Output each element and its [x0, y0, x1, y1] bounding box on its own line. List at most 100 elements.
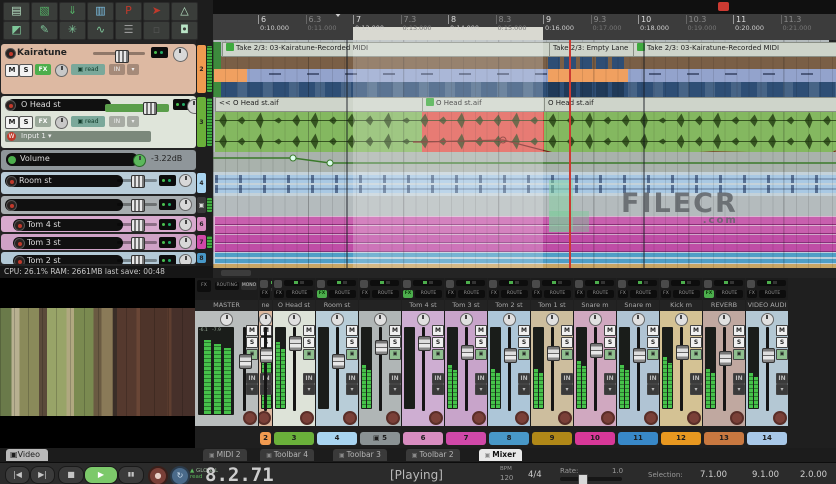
- strip-fx-button[interactable]: FX: [260, 290, 270, 298]
- tcp-track-Tom 3 st[interactable]: Tom 3 st: [1, 234, 196, 250]
- track-tab-8[interactable]: 8: [197, 253, 206, 263]
- env-button[interactable]: ▣: [475, 349, 487, 360]
- input-arrow[interactable]: ▾: [346, 384, 358, 395]
- volume-fader[interactable]: [718, 327, 732, 411]
- mixer-strip-ne[interactable]: FXROUTEneMS▣IN▾2: [259, 278, 272, 448]
- record-arm[interactable]: [5, 48, 16, 59]
- arrange-view[interactable]: Take 2/3: 03-Kairatune-Recorded MIDI Tak…: [213, 40, 836, 268]
- audio-item-3-header[interactable]: O Head st.aif: [544, 97, 836, 112]
- fx-button[interactable]: FX: [35, 64, 51, 75]
- routing-button[interactable]: [159, 199, 176, 210]
- solo-button[interactable]: S: [561, 337, 573, 348]
- input-button[interactable]: IN: [518, 373, 530, 384]
- docker-tab-toolbar-4[interactable]: ▣ Toolbar 4: [260, 449, 315, 461]
- strip-route-button[interactable]: ROUTE: [759, 290, 786, 298]
- pan-knob[interactable]: [760, 313, 774, 326]
- timeline-ruler[interactable]: 6 0:10.000 6.3 0:11.000 7 0:12.000 7.3 0:13.000…: [213, 14, 836, 41]
- env-button[interactable]: ▣: [346, 349, 358, 360]
- mute-button[interactable]: M: [303, 325, 315, 336]
- strip-route-button[interactable]: ROUTE: [458, 290, 485, 298]
- mixer-strip-Snare m[interactable]: FX ROUTE Snare m M S ▣ IN ▾ 11: [617, 278, 659, 448]
- volume-fader[interactable]: [239, 327, 252, 411]
- strip-icon-button[interactable]: [747, 280, 755, 288]
- strip-route-button[interactable]: ROUTE: [501, 290, 528, 298]
- volume-fader[interactable]: [546, 327, 560, 411]
- stop-button[interactable]: ■: [58, 466, 84, 484]
- volume-fader[interactable]: [260, 327, 272, 411]
- volume-fader[interactable]: [331, 327, 345, 411]
- record-arm[interactable]: [6, 176, 17, 187]
- track-name-box[interactable]: Tom 2 st: [13, 255, 123, 264]
- strip-icon-button[interactable]: [260, 280, 268, 288]
- metronome-icon[interactable]: △: [171, 2, 198, 21]
- strip-number-tab[interactable]: ▣ 5: [360, 432, 400, 445]
- strip-icon-button[interactable]: [489, 280, 497, 288]
- strip-route-button[interactable]: ROUTE: [286, 290, 313, 298]
- smooth-tool-icon[interactable]: ∿: [87, 21, 114, 40]
- track-name-box[interactable]: Room st: [5, 175, 123, 187]
- strip-icon-button[interactable]: [661, 280, 669, 288]
- env-button[interactable]: ▣: [303, 349, 315, 360]
- selection-start[interactable]: 7.1.00: [700, 470, 727, 480]
- volume-fader[interactable]: [589, 327, 603, 411]
- pan-knob[interactable]: [179, 174, 192, 187]
- pan-knob[interactable]: [179, 236, 192, 249]
- input-arrow[interactable]: ▾: [518, 384, 530, 395]
- pan-knob[interactable]: [674, 313, 688, 326]
- routing-button[interactable]: [159, 237, 176, 248]
- input-button[interactable]: IN: [432, 373, 444, 384]
- track-tab-2[interactable]: 2: [197, 45, 206, 93]
- volume-slider[interactable]: [117, 175, 157, 188]
- volume-fader[interactable]: [675, 327, 689, 411]
- input-button[interactable]: IN: [109, 116, 125, 127]
- record-arm-knob[interactable]: [343, 411, 357, 425]
- strip-route-button[interactable]: ROUTE: [630, 290, 657, 298]
- strip-fx-button[interactable]: FX: [532, 290, 542, 298]
- pencil-tool-icon[interactable]: ✎: [31, 21, 58, 40]
- tcp-track-O Head st[interactable]: O Head st M S FX ▣ read IN ▾ Input 1 ▾ W: [1, 96, 196, 148]
- track-name[interactable]: Kairatune: [17, 48, 67, 58]
- docker-tab-toolbar-2[interactable]: ▣ Toolbar 2: [405, 449, 460, 461]
- mixer-strip-Tom 3 st[interactable]: FX ROUTE Tom 3 st M S ▣ IN ▾ 7: [445, 278, 487, 448]
- play-button[interactable]: ▶: [84, 466, 118, 484]
- mixer-strip-Tom 1 st[interactable]: FX ROUTE Tom 1 st M S ▣ IN ▾ 9: [531, 278, 573, 448]
- strip-fx-button[interactable]: FX: [360, 290, 370, 298]
- docker-tab-toolbar-3[interactable]: ▣ Toolbar 3: [333, 449, 387, 461]
- open-project-icon[interactable]: ▧: [31, 2, 58, 21]
- go-end-button[interactable]: ▶|: [30, 466, 55, 484]
- solo-button[interactable]: S: [346, 337, 358, 348]
- volume-slider[interactable]: [117, 199, 157, 212]
- strip-fx-button[interactable]: FX: [446, 290, 456, 298]
- envelope-knob[interactable]: [133, 154, 146, 167]
- redo-icon[interactable]: ➤: [143, 2, 170, 21]
- mute-button[interactable]: M: [647, 325, 659, 336]
- volume-slider[interactable]: [117, 219, 157, 232]
- track-tab-6[interactable]: 6: [197, 217, 206, 231]
- pan-knob[interactable]: [502, 313, 516, 326]
- input-arrow[interactable]: ▾: [432, 384, 444, 395]
- save-project-icon[interactable]: ⇓: [59, 2, 86, 21]
- input-button[interactable]: IN: [109, 64, 125, 75]
- input-arrow[interactable]: ▾: [389, 384, 401, 395]
- strip-number-tab[interactable]: 11: [618, 432, 658, 445]
- automation-mode-button[interactable]: ▣ read: [71, 64, 105, 75]
- input-button[interactable]: IN: [346, 373, 358, 384]
- volume-slider[interactable]: [117, 255, 157, 264]
- routing-button[interactable]: [159, 219, 176, 230]
- input-button[interactable]: IN: [303, 373, 315, 384]
- mixer-strip-Tom 4 st[interactable]: FX ROUTE Tom 4 st M S ▣ IN ▾ 6: [402, 278, 444, 448]
- record-arm-knob[interactable]: [300, 411, 314, 425]
- mixer-strip-5[interactable]: FX ROUTE M S ▣ IN ▾ ▣ 5: [359, 278, 401, 448]
- routing-button[interactable]: [159, 255, 176, 264]
- strip-fx-button[interactable]: FX: [403, 290, 413, 298]
- env-button[interactable]: ▣: [647, 349, 659, 360]
- volume-fader[interactable]: [374, 327, 388, 411]
- pan-knob[interactable]: [220, 313, 233, 326]
- pause-button[interactable]: ▮▮: [118, 466, 144, 484]
- pan-knob[interactable]: [179, 198, 192, 211]
- blank-icon[interactable]: ▫: [143, 21, 170, 40]
- marker-flag[interactable]: [718, 2, 729, 11]
- strip-fx-button[interactable]: FX: [274, 290, 284, 298]
- strip-number-tab[interactable]: 12: [661, 432, 701, 445]
- record-arm[interactable]: [14, 256, 25, 264]
